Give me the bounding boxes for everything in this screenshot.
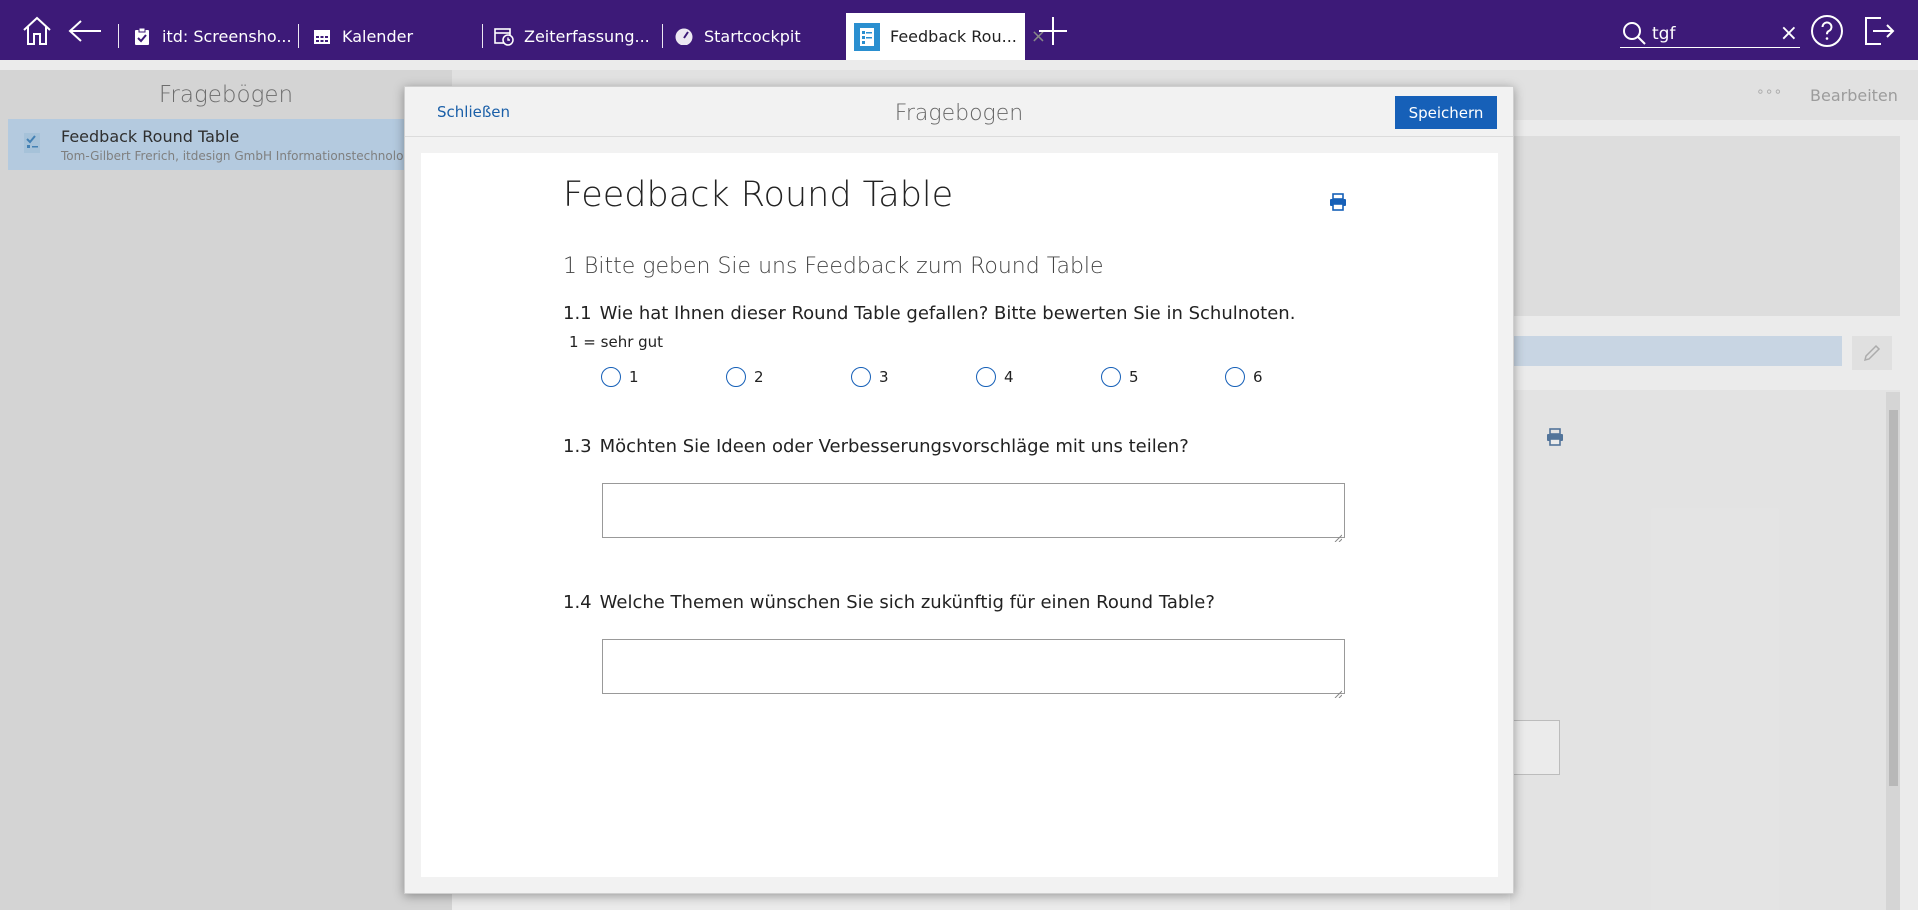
calendar-icon: [312, 26, 332, 46]
tab-separator: [298, 24, 299, 48]
search-input[interactable]: tgf: [1652, 24, 1780, 44]
radio-option-4[interactable]: 4: [976, 367, 1014, 387]
top-bar: itd: Screensho... Kalender Zeiterfassung…: [0, 0, 1918, 60]
tab-screenshot[interactable]: itd: Screensho...: [132, 16, 292, 56]
question-label: 1.1 Wie hat Ihnen dieser Round Table gefa…: [563, 303, 1295, 324]
calendar-clock-icon: [494, 26, 514, 46]
question-number: 1.1: [563, 303, 592, 324]
radio-label: 1: [629, 368, 639, 386]
radio-option-5[interactable]: 5: [1101, 367, 1139, 387]
topics-textarea[interactable]: [602, 639, 1345, 699]
radio-label: 3: [879, 368, 889, 386]
home-icon[interactable]: [20, 14, 54, 48]
radio-circle[interactable]: [1101, 367, 1121, 387]
question-text: Welche Themen wünschen Sie sich zukünfti…: [599, 592, 1215, 613]
plus-icon[interactable]: [1036, 14, 1070, 48]
radio-label: 2: [754, 368, 764, 386]
radio-option-3[interactable]: 3: [851, 367, 889, 387]
back-arrow-icon[interactable]: [68, 14, 102, 48]
tab-label: Feedback Rou...: [890, 27, 1017, 46]
question-text: Wie hat Ihnen dieser Round Table gefalle…: [599, 303, 1296, 324]
search-icon: [1622, 21, 1646, 49]
tab-separator: [482, 24, 483, 48]
logout-icon[interactable]: [1862, 14, 1896, 48]
radio-circle[interactable]: [976, 367, 996, 387]
tab-kalender[interactable]: Kalender: [312, 16, 413, 56]
radio-circle[interactable]: [1225, 367, 1245, 387]
form-title: Feedback Round Table: [563, 175, 954, 215]
save-button[interactable]: Speichern: [1395, 96, 1497, 129]
tab-label: itd: Screensho...: [162, 26, 292, 46]
question-label: 1.3 Möchten Sie Ideen oder Verbesserungsv…: [563, 436, 1189, 457]
dialog-header: Schließen Fragebogen Speichern: [405, 87, 1513, 137]
tab-separator: [662, 24, 663, 48]
question-number: 1.3: [563, 436, 592, 457]
form-body: Feedback Round Table 1 Bitte geben Sie u…: [421, 153, 1498, 877]
section-title: 1 Bitte geben Sie uns Feedback zum Round…: [563, 254, 1104, 279]
resize-grip-icon[interactable]: [1334, 527, 1343, 543]
tab-label: Kalender: [342, 26, 414, 46]
question-number: 1.4: [563, 592, 592, 613]
radio-label: 4: [1004, 368, 1014, 386]
tab-separator: [118, 24, 119, 48]
resize-grip-icon[interactable]: [1334, 683, 1343, 699]
clipboard-check-icon: [132, 26, 152, 46]
tab-label: Startcockpit: [704, 26, 801, 46]
radio-option-1[interactable]: 1: [601, 367, 639, 387]
radio-option-6[interactable]: 6: [1225, 367, 1263, 387]
gauge-icon: [674, 26, 694, 46]
question-hint: 1 = sehr gut: [569, 333, 664, 351]
question-label: 1.4 Welche Themen wünschen Sie sich zukün…: [563, 592, 1215, 613]
rating-radio-group: 1 2 3 4 5 6: [601, 367, 1301, 391]
print-icon[interactable]: [1329, 193, 1347, 215]
radio-option-2[interactable]: 2: [726, 367, 764, 387]
radio-label: 6: [1253, 368, 1263, 386]
radio-label: 5: [1129, 368, 1139, 386]
ideas-textarea[interactable]: [602, 483, 1345, 543]
tab-zeiterfassung[interactable]: Zeiterfassung...: [494, 16, 650, 56]
search-clear-button[interactable]: ×: [1780, 21, 1798, 46]
radio-circle[interactable]: [601, 367, 621, 387]
form-icon: [854, 22, 880, 51]
question-text: Möchten Sie Ideen oder Verbesserungsvors…: [599, 436, 1189, 457]
dialog-title: Fragebogen: [894, 101, 1024, 126]
radio-circle[interactable]: [851, 367, 871, 387]
help-icon[interactable]: [1810, 14, 1844, 48]
tab-feedback[interactable]: Feedback Rou... ×: [846, 13, 1046, 60]
questionnaire-dialog: Schließen Fragebogen Speichern Feedback …: [404, 86, 1514, 894]
tab-startcockpit[interactable]: Startcockpit: [674, 16, 801, 56]
tab-label: Zeiterfassung...: [524, 26, 650, 46]
search-box[interactable]: tgf ×: [1620, 20, 1800, 48]
radio-circle[interactable]: [726, 367, 746, 387]
